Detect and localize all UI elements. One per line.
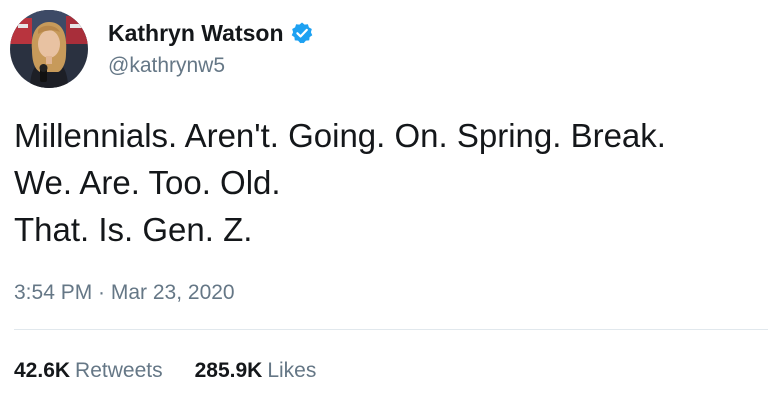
likes-label: Likes bbox=[267, 359, 317, 382]
verified-badge-icon bbox=[290, 21, 314, 45]
tweet-timestamp[interactable]: 3:54 PM · Mar 23, 2020 bbox=[14, 279, 235, 307]
retweets-count: 42.6K bbox=[14, 359, 71, 382]
author-handle[interactable]: @kathrynw5 bbox=[108, 52, 225, 80]
tweet-text-line: Millennials. Aren't. Going. On. Spring. … bbox=[14, 117, 666, 154]
retweets-label: Retweets bbox=[75, 359, 163, 382]
likes-stat[interactable]: 285.9K Likes bbox=[195, 357, 317, 385]
tweet-text: Millennials. Aren't. Going. On. Spring. … bbox=[14, 112, 666, 253]
likes-count: 285.9K bbox=[194, 359, 263, 382]
tweet-card: Kathryn Watson @kathrynw5 Millennials. A… bbox=[0, 0, 768, 402]
avatar-image bbox=[10, 10, 88, 88]
avatar[interactable] bbox=[10, 10, 88, 88]
tweet-text-line: That. Is. Gen. Z. bbox=[14, 211, 253, 248]
retweets-stat[interactable]: 42.6K Retweets bbox=[14, 357, 163, 385]
tweet-stats: 42.6K Retweets 285.9K Likes bbox=[14, 357, 348, 385]
author-name-row: Kathryn Watson bbox=[108, 18, 314, 48]
author-display-name[interactable]: Kathryn Watson bbox=[108, 18, 284, 48]
divider bbox=[14, 329, 768, 330]
tweet-text-line: We. Are. Too. Old. bbox=[14, 164, 281, 201]
